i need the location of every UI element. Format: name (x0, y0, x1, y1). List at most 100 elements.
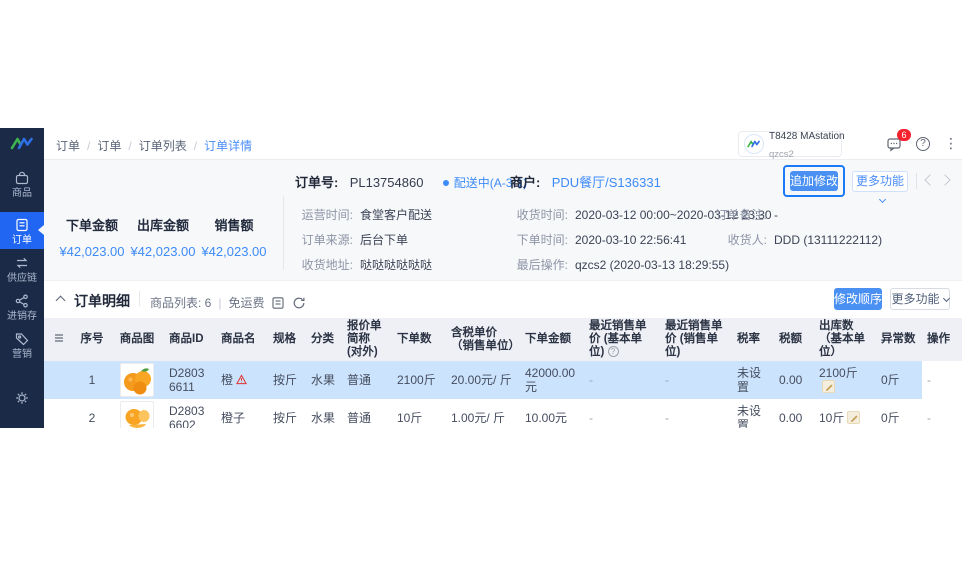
chevron-down-icon (942, 295, 949, 302)
cell-amount: 10.00元 (520, 399, 584, 428)
col-order-qty: 下单数 (392, 318, 446, 361)
refresh-icon[interactable] (292, 296, 306, 310)
sidebar-item-label: 订单 (0, 235, 44, 246)
cell-price: 20.00元/ 斤 (446, 361, 520, 399)
cell-tax-rate: 未设置 (732, 399, 774, 428)
vertical-divider (283, 196, 284, 270)
cell-operation: - (922, 399, 962, 428)
cell-recent-sale: - (660, 361, 732, 399)
help-button[interactable]: ? (916, 137, 930, 151)
app-logo-icon[interactable] (10, 135, 35, 152)
cell-spec: 按斤 (268, 361, 306, 399)
notification-badge: 6 (897, 129, 911, 141)
sidebar-item-marketing[interactable]: 营销 (0, 331, 44, 360)
cell-tax-rate: 未设置 (732, 361, 774, 399)
product-image[interactable] (120, 401, 154, 428)
order-no-label: 订单号: (295, 175, 338, 190)
field-last-operation: 最后操作:qzcs2 (2020-03-13 18:29:55) (510, 256, 729, 273)
cell-spec: 按斤 (268, 399, 306, 428)
detail-more-functions-button[interactable]: 更多功能 (890, 288, 950, 310)
modify-sequence-button[interactable]: 修改顺序 (834, 288, 882, 310)
col-seq: 序号 (74, 318, 110, 361)
divider (916, 173, 917, 189)
drag-sort-column-icon (44, 318, 74, 361)
stat-sales-amount: 销售额 ¥42,023.00 (200, 215, 268, 259)
sidebar-item-label: 进销存 (0, 311, 44, 322)
cell-tax: 0.00 (774, 399, 814, 428)
cell-product-name: 橙 (216, 361, 268, 399)
detail-title: 订单明细 (74, 291, 130, 311)
cell-quote: 普通 (342, 361, 392, 399)
sidebar-item-settings[interactable] (0, 390, 44, 406)
breadcrumb-item[interactable]: 订单 (80, 139, 121, 153)
cell-seq: 2 (74, 399, 110, 428)
doc-list-icon[interactable] (271, 296, 285, 310)
breadcrumb: 订单订单订单列表订单详情 (56, 137, 252, 154)
breadcrumb-item[interactable]: 订单列表 (121, 139, 186, 153)
order-detail-section: 订单明细 商品列表: 6 | 免运费 (44, 281, 962, 428)
more-menu-button[interactable]: ⋮ (944, 133, 958, 153)
cell-out-qty: 2100斤 (814, 361, 876, 399)
cell-abnormal: 0斤 (876, 361, 922, 399)
status-dot-icon (443, 180, 449, 186)
sidebar-item-label: 商品 (0, 188, 44, 199)
bag-icon (14, 170, 30, 186)
append-modify-button[interactable]: 追加修改 (790, 171, 838, 191)
tag-icon (14, 331, 30, 347)
chevron-down-icon (878, 196, 885, 203)
breadcrumb-item[interactable]: 订单 (56, 139, 80, 153)
col-category: 分类 (306, 318, 342, 361)
cell-recent-base: - (584, 361, 660, 399)
red-warning-triangle-icon[interactable] (236, 374, 247, 388)
merchant-row: 商户: PDU餐厅/S136331 (510, 172, 661, 191)
sidebar: 商品 订单 供应链 进销存 营销 (0, 128, 44, 428)
col-abnormal: 异常数 (876, 318, 922, 361)
col-out-qty: 出库数（基本单位） (814, 318, 876, 361)
order-items-table: 序号 商品图 商品ID 商品名 规格 分类 报价单简称 (对外) 下单数 含税单… (44, 318, 962, 428)
order-no-value: PL13754860 (350, 175, 424, 190)
sidebar-item-supply-chain[interactable]: 供应链 (0, 255, 44, 284)
cell-seq: 1 (74, 361, 110, 399)
sidebar-item-products[interactable]: 商品 (0, 170, 44, 199)
col-image: 商品图 (110, 318, 164, 361)
col-recent-price-base: 最近销售单价 (基本单位) (584, 318, 660, 361)
col-quote-name: 报价单简称 (对外) (342, 318, 392, 361)
prev-order-button[interactable] (924, 174, 935, 185)
cell-out-qty: 10斤 (814, 399, 876, 428)
merchant-link[interactable]: PDU餐厅/S136331 (552, 175, 661, 190)
next-order-button[interactable] (939, 174, 950, 185)
table-row[interactable]: 1 D (44, 361, 962, 399)
main-area: 订单订单订单列表订单详情 T8428 MAstation qzcs2 (44, 128, 962, 428)
merchant-label: 商户: (510, 175, 540, 190)
field-operation-time: 运营时间:食堂客户配送 (295, 206, 432, 223)
product-image[interactable] (120, 363, 154, 397)
cell-amount: 42000.00元 (520, 361, 584, 399)
col-spec: 规格 (268, 318, 306, 361)
help-tooltip-icon[interactable] (608, 346, 619, 357)
user-subtitle: qzcs2 (769, 149, 794, 160)
more-functions-button[interactable]: 更多功能 (852, 171, 908, 192)
cell-recent-base: - (584, 399, 660, 428)
edit-out-qty-icon[interactable] (847, 411, 860, 424)
collapse-chevron-icon[interactable] (56, 296, 66, 306)
cell-tax: 0.00 (774, 361, 814, 399)
stat-order-amount: 下单金额 ¥42,023.00 (58, 215, 126, 259)
sidebar-item-inventory[interactable]: 进销存 (0, 293, 44, 322)
edit-out-qty-icon[interactable] (822, 380, 835, 393)
cell-category: 水果 (306, 399, 342, 428)
stat-outbound-amount: 出库金额 ¥42,023.00 (129, 215, 197, 259)
col-tax-rate: 税率 (732, 318, 774, 361)
cell-category: 水果 (306, 361, 342, 399)
col-order-amount: 下单金额 (520, 318, 584, 361)
cell-quote: 普通 (342, 399, 392, 428)
order-stats: 下单金额 ¥42,023.00 出库金额 ¥42,023.00 销售额 ¥42,… (58, 215, 268, 259)
order-doc-icon (14, 217, 30, 233)
order-summary-panel: 下单金额 ¥42,023.00 出库金额 ¥42,023.00 销售额 ¥42,… (44, 160, 962, 281)
cell-qty: 2100斤 (392, 361, 446, 399)
col-tax: 税额 (774, 318, 814, 361)
share-nodes-icon (14, 293, 30, 309)
user-menu[interactable]: T8428 MAstation qzcs2 (738, 131, 842, 157)
cell-operation: - (922, 361, 962, 399)
sidebar-item-label: 供应链 (0, 273, 44, 284)
table-row[interactable]: 2 D28036602 (44, 399, 962, 428)
